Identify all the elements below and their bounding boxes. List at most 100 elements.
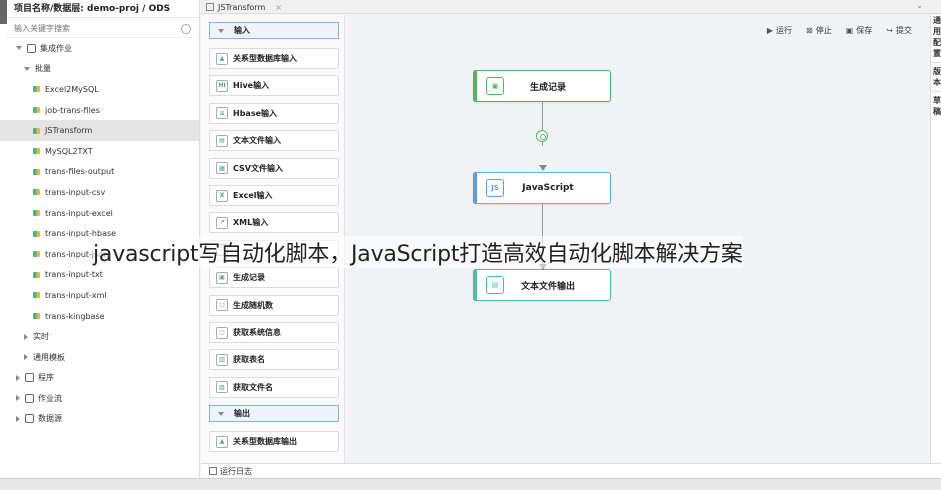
palette-section-input[interactable]: 输入 (209, 22, 339, 39)
right-tab-draft[interactable]: 草 稿 (931, 95, 941, 117)
tree-item[interactable]: 数据源 (0, 409, 199, 430)
tree-item[interactable]: job-trans-files (0, 100, 199, 121)
palette-item[interactable]: ⬡ 生成随机数 (209, 294, 339, 316)
right-tab-char: 配 (933, 38, 941, 47)
edge-arrow (539, 165, 547, 171)
job-icon (33, 313, 40, 320)
tree-item[interactable]: trans-files-output (0, 162, 199, 183)
run-button[interactable]: ▶ 运行 (767, 25, 792, 36)
job-icon (33, 107, 40, 114)
chevron-down-icon[interactable]: ⌄ (916, 1, 923, 10)
submit-icon: ↪ (886, 26, 893, 35)
stop-label: 停止 (815, 26, 832, 35)
job-icon (33, 148, 40, 155)
tree-item[interactable]: trans-input-csv (0, 182, 199, 203)
palette-item-label: 文本文件输入 (233, 136, 281, 146)
log-icon (209, 467, 217, 475)
canvas-toolbar: ▶ 运行 ⊠ 停止 ▣ 保存 ↪ 提交 (767, 25, 912, 36)
palette-item[interactable]: ▧ 获取文件名 (209, 376, 339, 398)
palette-item[interactable]: ▤ 文本文件输入 (209, 130, 339, 152)
palette-item[interactable]: ▦ CSV文件输入 (209, 157, 339, 179)
palette-item[interactable]: ▢ 获取系统信息 (209, 322, 339, 343)
caret-right-icon[interactable] (24, 333, 28, 340)
palette-item-label: 获取表名 (233, 355, 265, 365)
folder-icon (25, 373, 34, 383)
tree-item[interactable]: trans-input-excel (0, 203, 199, 224)
caret-down-icon[interactable] (16, 46, 22, 51)
tree-item[interactable]: 批量 (0, 59, 199, 80)
palette-item[interactable]: ↗ XML输入 (209, 212, 339, 234)
right-tab-version[interactable]: 版 本 (931, 66, 941, 88)
tree-item[interactable]: Excel2MySQL (0, 79, 199, 100)
tree-item-label: trans-input-txt (45, 270, 103, 280)
caret-right-icon[interactable] (16, 415, 20, 422)
palette-item[interactable]: ▲ 关系型数据库输出 (209, 431, 339, 452)
search-input[interactable] (6, 24, 181, 33)
tree-item[interactable]: trans-input-xml (0, 285, 199, 306)
tab-label: JSTransform (218, 2, 266, 12)
text-file-icon: ▤ (216, 134, 228, 147)
javascript-icon: JS (486, 179, 504, 197)
caret-down-icon[interactable] (24, 66, 30, 71)
palette-item-label: Excel输入 (233, 191, 273, 200)
stop-button[interactable]: ⊠ 停止 (806, 25, 832, 36)
tree-item[interactable]: trans-kingbase (0, 306, 199, 327)
palette-item-label: XML输入 (233, 218, 269, 228)
xml-icon: ↗ (216, 216, 228, 229)
text-file-icon: ▤ (486, 276, 504, 294)
submit-button[interactable]: ↪ 提交 (886, 25, 912, 36)
app-window: 项目名称/数据层: demo-proj / ODS 集成作业批量 Excel2My… (0, 0, 941, 490)
tab-jstransform[interactable]: JSTransform × (206, 0, 282, 14)
node-label: JavaScript (522, 183, 574, 193)
tree-item[interactable]: 集成作业 (0, 38, 199, 59)
run-log-bar[interactable]: 运行日志 (201, 463, 941, 478)
project-header: 项目名称/数据层: demo-proj / ODS (0, 0, 199, 18)
palette-item-label: 关系型数据库输入 (233, 54, 297, 63)
tree-item[interactable]: MySQL2TXT (0, 141, 199, 162)
job-tree: 集成作业 批量 Excel2MySQL job-trans-files JSTransf… (0, 38, 199, 429)
tree-item[interactable]: 程序 (0, 368, 199, 389)
right-tab-general-config[interactable]: 通 用 配 置 (931, 15, 941, 59)
tree-item-label: 作业流 (38, 393, 62, 403)
tree-item-label: trans-input-excel (45, 208, 113, 218)
caret-right-icon[interactable] (24, 354, 28, 361)
job-icon (33, 127, 40, 134)
tree-item[interactable]: 作业流 (0, 388, 199, 409)
status-bar (0, 478, 941, 490)
tree-item-label: trans-input-csv (45, 187, 106, 197)
file-name-icon: ▧ (216, 381, 228, 394)
palette-item-label: Hive输入 (233, 81, 270, 91)
palette-item[interactable]: ▥ 获取表名 (209, 349, 339, 371)
right-tab-char: 草 (933, 96, 941, 105)
save-button[interactable]: ▣ 保存 (846, 25, 873, 36)
palette-section-output[interactable]: 输出 (209, 405, 339, 422)
palette-item[interactable]: ▣ 生成记录 (209, 267, 339, 289)
flow-node-javascript[interactable]: JS JavaScript (473, 172, 611, 204)
close-icon[interactable]: × (275, 3, 282, 12)
tree-item[interactable]: 通用模板 (0, 347, 199, 368)
tab-bar: JSTransform × ⌄ (201, 0, 941, 14)
palette-item[interactable]: HI Hive输入 (209, 75, 339, 97)
palette-item-label: 生成记录 (233, 273, 265, 283)
tree-item-label: 通用模板 (33, 352, 65, 362)
connection-port[interactable] (536, 130, 548, 142)
palette-item[interactable]: ▲ 关系型数据库输入 (209, 48, 339, 69)
job-icon (33, 251, 40, 258)
caret-right-icon[interactable] (16, 374, 20, 381)
settings-gear-icon[interactable] (181, 23, 191, 34)
flow-node-text-output[interactable]: ▤ 文本文件输出 (473, 269, 611, 301)
flow-node-generate-record[interactable]: ▣ 生成记录 (473, 70, 611, 102)
save-label: 保存 (856, 26, 873, 35)
tree-item[interactable]: JSTransform (0, 120, 199, 141)
node-label: 文本文件输出 (520, 281, 575, 292)
right-tab-char: 置 (933, 49, 941, 58)
palette-item-label: Hbase输入 (233, 108, 278, 118)
palette-item[interactable]: X Excel输入 (209, 185, 339, 206)
random-icon: ⬡ (216, 299, 228, 312)
job-icon (33, 271, 40, 278)
palette-item[interactable]: ≡ Hbase输入 (209, 102, 339, 124)
table-name-icon: ▥ (216, 353, 228, 366)
overlay-caption: javascript写自动化脚本，JavaScript打造高效自动化脚本解决方案 (93, 236, 743, 268)
caret-right-icon[interactable] (16, 395, 20, 402)
tree-item[interactable]: 实时 (0, 326, 199, 347)
